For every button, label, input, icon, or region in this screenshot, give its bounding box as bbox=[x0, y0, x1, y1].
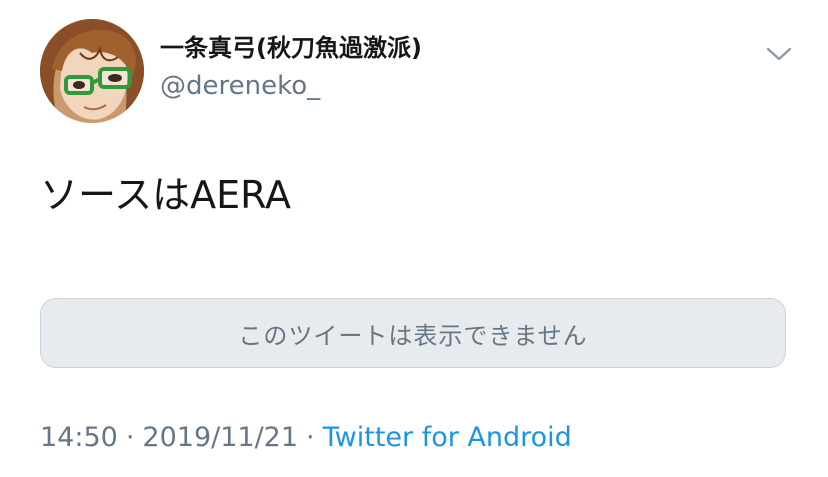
chevron-down-icon[interactable] bbox=[764, 40, 794, 70]
avatar-illustration bbox=[40, 19, 144, 123]
meta-separator: · bbox=[125, 422, 135, 453]
tweet-text: ソースはAERA bbox=[40, 173, 291, 217]
tweet-metadata: 14:50 · 2019/11/21 · Twitter for Android bbox=[40, 420, 572, 456]
tweet-card: 一条真弓(秋刀魚過激派) @dereneko_ ソースはAERA このツイートは… bbox=[0, 0, 828, 477]
author-handle[interactable]: @dereneko_ bbox=[160, 70, 320, 102]
unavailable-quote-card: このツイートは表示できません bbox=[40, 298, 786, 368]
meta-separator: · bbox=[306, 422, 315, 453]
author-display-name[interactable]: 一条真弓(秋刀魚過激派) bbox=[160, 33, 422, 63]
tweet-source-link[interactable]: Twitter for Android bbox=[323, 422, 572, 453]
tweet-date[interactable]: 2019/11/21 bbox=[142, 422, 298, 453]
unavailable-quote-text: このツイートは表示できません bbox=[238, 321, 588, 350]
avatar[interactable] bbox=[40, 19, 144, 123]
tweet-time[interactable]: 14:50 bbox=[40, 422, 118, 453]
